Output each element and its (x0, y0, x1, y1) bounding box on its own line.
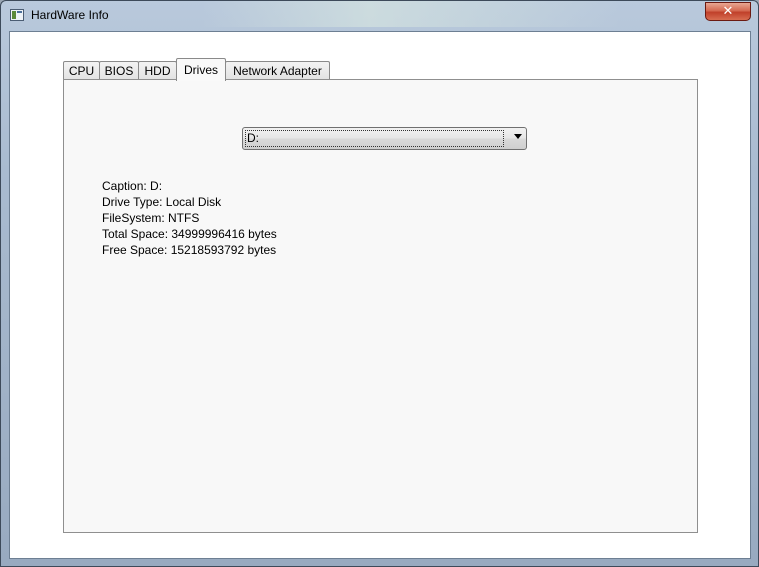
tab-hdd[interactable]: HDD (138, 61, 177, 80)
window-title: HardWare Info (31, 8, 109, 22)
tab-network-adapter[interactable]: Network Adapter (225, 61, 330, 80)
chevron-down-icon[interactable] (514, 134, 522, 139)
drive-select-value: D: (245, 130, 504, 147)
window-bottom-border (1, 559, 758, 566)
drives-tab-panel: D: Caption: D: Drive Type: Local Disk Fi… (63, 79, 698, 533)
window-frame: HardWare Info ✕ CPU BIOS HDD Drives Netw… (0, 0, 759, 567)
close-button[interactable]: ✕ (705, 2, 751, 21)
tab-bios[interactable]: BIOS (99, 61, 139, 80)
drive-total-space: Total Space: 34999996416 bytes (102, 227, 277, 241)
drive-info: Caption: D: Drive Type: Local Disk FileS… (102, 178, 277, 258)
title-bar[interactable]: HardWare Info ✕ (1, 1, 758, 31)
client-area: CPU BIOS HDD Drives Network Adapter D: C… (9, 31, 751, 559)
drive-select[interactable]: D: (242, 127, 527, 150)
drive-type: Drive Type: Local Disk (102, 195, 222, 209)
tab-drives[interactable]: Drives (176, 58, 226, 81)
tab-cpu[interactable]: CPU (63, 61, 100, 80)
drive-free-space: Free Space: 15218593792 bytes (102, 243, 277, 257)
drive-filesystem: FileSystem: NTFS (102, 211, 200, 225)
drive-caption: Caption: D: (102, 179, 163, 193)
app-icon[interactable] (10, 9, 24, 21)
